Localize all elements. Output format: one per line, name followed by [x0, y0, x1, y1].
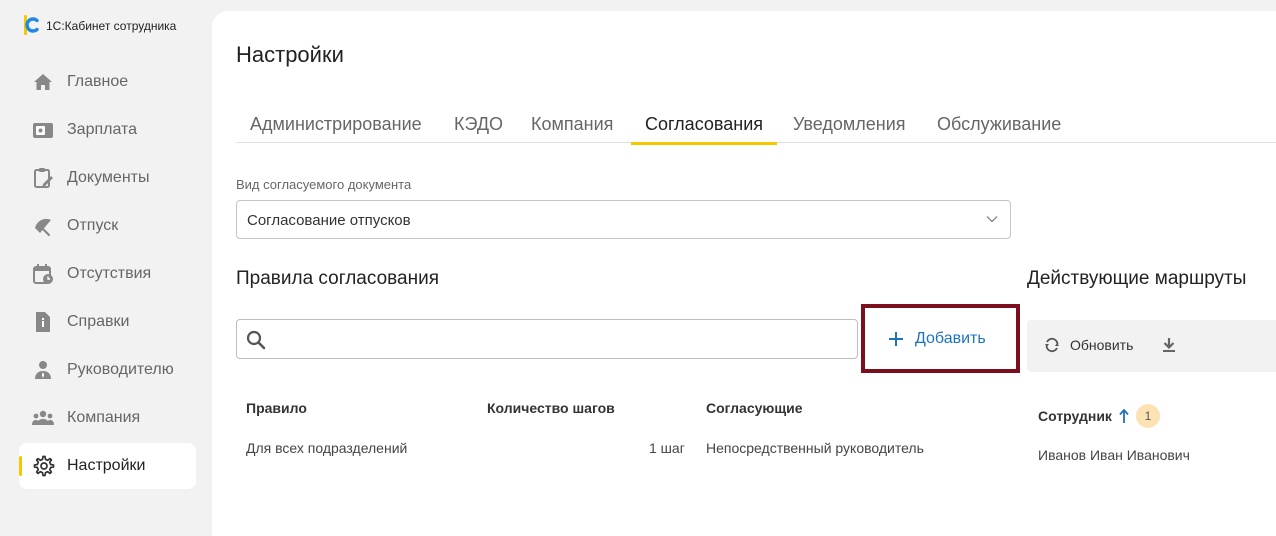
doc-type-value: Согласование отпусков [247, 212, 411, 229]
sidebar-item-label: Руководителю [67, 361, 174, 378]
document-info-icon [36, 312, 50, 332]
sidebar-item-absences[interactable]: Отсутствия [19, 251, 196, 297]
sidebar-item-vacation[interactable]: Отпуск [19, 203, 196, 249]
routes-title: Действующие маршруты [1027, 268, 1247, 289]
column-header-steps[interactable]: Количество шагов [487, 400, 615, 416]
sidebar-item-label: Настройки [67, 457, 146, 474]
main-content: Настройки Администрирование КЭДО Компани… [212, 11, 1276, 536]
sidebar: 1С:Кабинет сотрудника Главное Зарплата Д… [0, 0, 212, 536]
sidebar-item-label: Документы [67, 169, 150, 186]
search-icon [246, 330, 266, 350]
doc-type-label: Вид согласуемого документа [236, 177, 412, 192]
tab-kedo[interactable]: КЭДО [454, 114, 503, 143]
sidebar-item-label: Отсутствия [67, 265, 152, 282]
tab-company[interactable]: Компания [531, 114, 613, 143]
plus-icon [889, 332, 903, 346]
sidebar-item-salary[interactable]: Зарплата [19, 107, 196, 153]
sidebar-item-label: Справки [67, 313, 130, 330]
logo-icon [24, 15, 39, 35]
sidebar-item-documents[interactable]: Документы [19, 155, 196, 201]
column-header-approvers[interactable]: Согласующие [706, 400, 803, 416]
add-rule-label: Добавить [915, 330, 986, 347]
tab-bar: Администрирование КЭДО Компания Согласов… [236, 111, 1276, 145]
cell-rule: Для всех подразделений [246, 440, 408, 456]
employee-row[interactable]: Иванов Иван Иванович [1038, 447, 1190, 463]
employee-header-label: Сотрудник [1038, 408, 1112, 424]
employee-column-header[interactable]: Сотрудник 1 [1038, 404, 1160, 428]
tab-administration[interactable]: Администрирование [250, 114, 422, 143]
sidebar-item-label: Зарплата [67, 121, 138, 138]
refresh-icon [1045, 337, 1059, 353]
sort-order-badge: 1 [1135, 404, 1160, 428]
sidebar-item-certificates[interactable]: Справки [19, 299, 196, 345]
people-icon [32, 410, 54, 425]
sidebar-item-label: Компания [67, 409, 141, 426]
sidebar-item-main[interactable]: Главное [19, 59, 196, 105]
sidebar-item-label: Отпуск [67, 217, 119, 234]
sidebar-item-label: Главное [67, 73, 129, 90]
page-title: Настройки [236, 42, 344, 67]
calendar-icon [33, 264, 53, 284]
highlight-frame: Добавить [861, 304, 1020, 373]
add-rule-button[interactable]: Добавить [887, 330, 986, 348]
sidebar-item-settings[interactable]: Настройки [19, 443, 196, 489]
refresh-button[interactable]: Обновить [1043, 336, 1133, 354]
home-icon [34, 74, 52, 90]
search-input[interactable] [236, 319, 858, 359]
sort-ascending-icon[interactable] [1118, 408, 1130, 424]
tab-approvals[interactable]: Согласования [630, 114, 778, 145]
gear-icon [33, 455, 55, 477]
manager-icon [35, 361, 51, 379]
sidebar-item-manager[interactable]: Руководителю [19, 347, 196, 393]
routes-toolbar: Обновить [1027, 320, 1276, 372]
sidebar-item-company[interactable]: Компания [19, 395, 196, 441]
cell-steps: 1 шаг [649, 440, 685, 456]
clipboard-icon [34, 168, 53, 188]
brand[interactable]: 1С:Кабинет сотрудника [22, 14, 176, 36]
app-name: 1С:Кабинет сотрудника [46, 19, 177, 33]
cell-approvers: Непосредственный руководитель [706, 440, 924, 456]
chevron-down-icon [986, 216, 998, 223]
wallet-icon [33, 123, 53, 138]
column-header-rule[interactable]: Правило [246, 400, 307, 416]
refresh-label: Обновить [1070, 337, 1134, 353]
tab-maintenance[interactable]: Обслуживание [937, 114, 1061, 143]
umbrella-icon [35, 218, 51, 237]
rules-title: Правила согласования [236, 268, 439, 289]
doc-type-select[interactable]: Согласование отпусков [236, 200, 1011, 239]
tab-notifications[interactable]: Уведомления [793, 114, 906, 143]
download-icon[interactable] [1159, 335, 1179, 355]
